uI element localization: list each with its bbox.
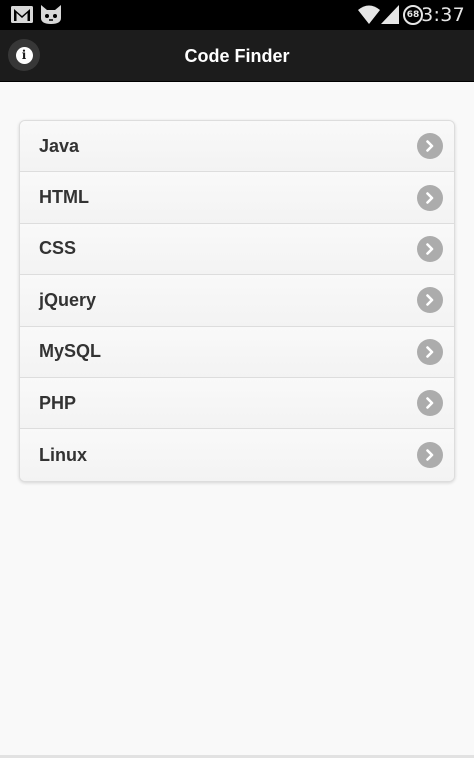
list-item-label: CSS [39, 238, 77, 259]
list-item-html[interactable]: HTML [20, 172, 454, 224]
chevron-right-icon [417, 338, 443, 365]
list-item-label: MySQL [39, 341, 102, 362]
list-item-label: PHP [39, 392, 77, 413]
cat-icon [40, 4, 62, 30]
list-item-css[interactable]: CSS [20, 223, 454, 276]
list-item-php[interactable]: PHP [20, 377, 454, 430]
chevron-right-icon [417, 442, 443, 469]
clock-time: 3:37 [421, 4, 465, 26]
list-item-jquery[interactable]: jQuery [20, 275, 454, 327]
list-item-label: HTML [39, 187, 89, 208]
info-button[interactable]: i [8, 39, 40, 71]
list-item-java[interactable]: Java [20, 121, 454, 173]
signal-icon [381, 5, 399, 29]
list-item-linux[interactable]: Linux [20, 429, 454, 481]
list-item-mysql[interactable]: MySQL [20, 326, 454, 378]
wifi-icon [358, 5, 380, 29]
list-item-label: Linux [39, 444, 87, 465]
status-bar: 68 3:37 [0, 0, 474, 30]
language-list: Java HTML CSS jQuery MySQL PHP Linux [19, 120, 455, 482]
battery-icon: 68 [403, 5, 423, 25]
chevron-right-icon [417, 287, 443, 314]
app-header: i Code Finder [0, 30, 474, 82]
gmail-icon [11, 6, 33, 28]
chevron-right-icon [417, 390, 443, 417]
page-title: Code Finder [184, 46, 290, 66]
chevron-right-icon [417, 235, 443, 262]
list-item-label: jQuery [39, 289, 97, 310]
chevron-right-icon [417, 184, 443, 211]
info-icon: i [15, 46, 33, 64]
list-item-label: Java [39, 135, 80, 156]
chevron-right-icon [417, 133, 443, 160]
